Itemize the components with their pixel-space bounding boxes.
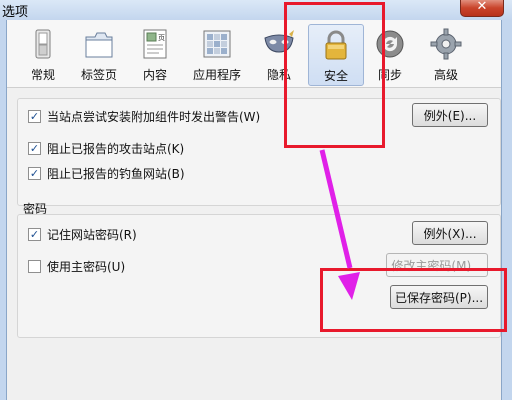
security-group: ✓ 当站点尝试安装附加组件时发出警告(W) 例外(E)... ✓ 阻止已报告的攻… — [17, 98, 501, 206]
remember-passwords-checkbox[interactable]: ✓ — [28, 227, 41, 241]
close-button[interactable]: ✕ — [460, 0, 504, 17]
tab-label: 高级 — [433, 68, 458, 82]
master-password-label: 使用主密码(U) — [47, 259, 126, 274]
warn-addons-label: 当站点尝试安装附加组件时发出警告(W) — [47, 109, 261, 124]
tab-tabs[interactable]: 标签页 — [77, 24, 121, 86]
switch-icon — [35, 29, 51, 59]
window-frame-right — [502, 20, 512, 400]
addon-exceptions-button[interactable]: 例外(E)... — [412, 103, 488, 127]
block-forgery-checkbox[interactable]: ✓ — [28, 166, 41, 180]
annotation-highlight-saved-passwords — [320, 268, 507, 332]
title-bar: 选项 ✕ — [0, 0, 512, 20]
remember-passwords-label: 记住网站密码(R) — [47, 227, 137, 242]
warn-addons-checkbox[interactable]: ✓ — [28, 109, 41, 123]
annotation-highlight-security-tab — [284, 2, 385, 148]
block-attack-checkbox[interactable]: ✓ — [28, 141, 41, 155]
tab-label: 内容 — [142, 68, 167, 82]
tab-label: 应用程序 — [192, 68, 241, 82]
remember-passwords-row[interactable]: ✓ 记住网站密码(R) — [28, 225, 137, 243]
tab-advanced[interactable]: 高级 — [430, 24, 462, 86]
applications-icon — [203, 30, 231, 58]
tab-general[interactable]: 常规 — [27, 24, 59, 86]
tab-label: 常规 — [30, 68, 55, 82]
options-dialog: 常规 标签页 页 内容 应用程序 隐私 安全 同步 高级 ✓ 当站点尝试安装附加… — [6, 20, 502, 400]
content-icon: 页 — [143, 29, 167, 59]
block-attack-label: 阻止已报告的攻击站点(K) — [47, 141, 185, 156]
svg-text:页: 页 — [158, 34, 165, 42]
tab-content[interactable]: 页 内容 — [139, 24, 171, 86]
block-forgery-label: 阻止已报告的钓鱼网站(B) — [47, 166, 185, 181]
window-title: 选项 — [2, 5, 29, 20]
category-toolbar: 常规 标签页 页 内容 应用程序 隐私 安全 同步 高级 — [7, 20, 501, 88]
password-exceptions-button[interactable]: 例外(X)... — [412, 221, 488, 245]
master-password-row[interactable]: 使用主密码(U) — [28, 257, 125, 275]
master-password-checkbox[interactable] — [28, 259, 41, 273]
tab-applications[interactable]: 应用程序 — [192, 24, 242, 86]
tab-label: 标签页 — [80, 68, 117, 82]
block-forgery-row[interactable]: ✓ 阻止已报告的钓鱼网站(B) — [28, 164, 185, 182]
block-attack-row[interactable]: ✓ 阻止已报告的攻击站点(K) — [28, 139, 184, 157]
gear-icon — [430, 28, 462, 60]
warn-addons-row[interactable]: ✓ 当站点尝试安装附加组件时发出警告(W) — [28, 107, 260, 125]
tabs-icon — [85, 32, 113, 58]
